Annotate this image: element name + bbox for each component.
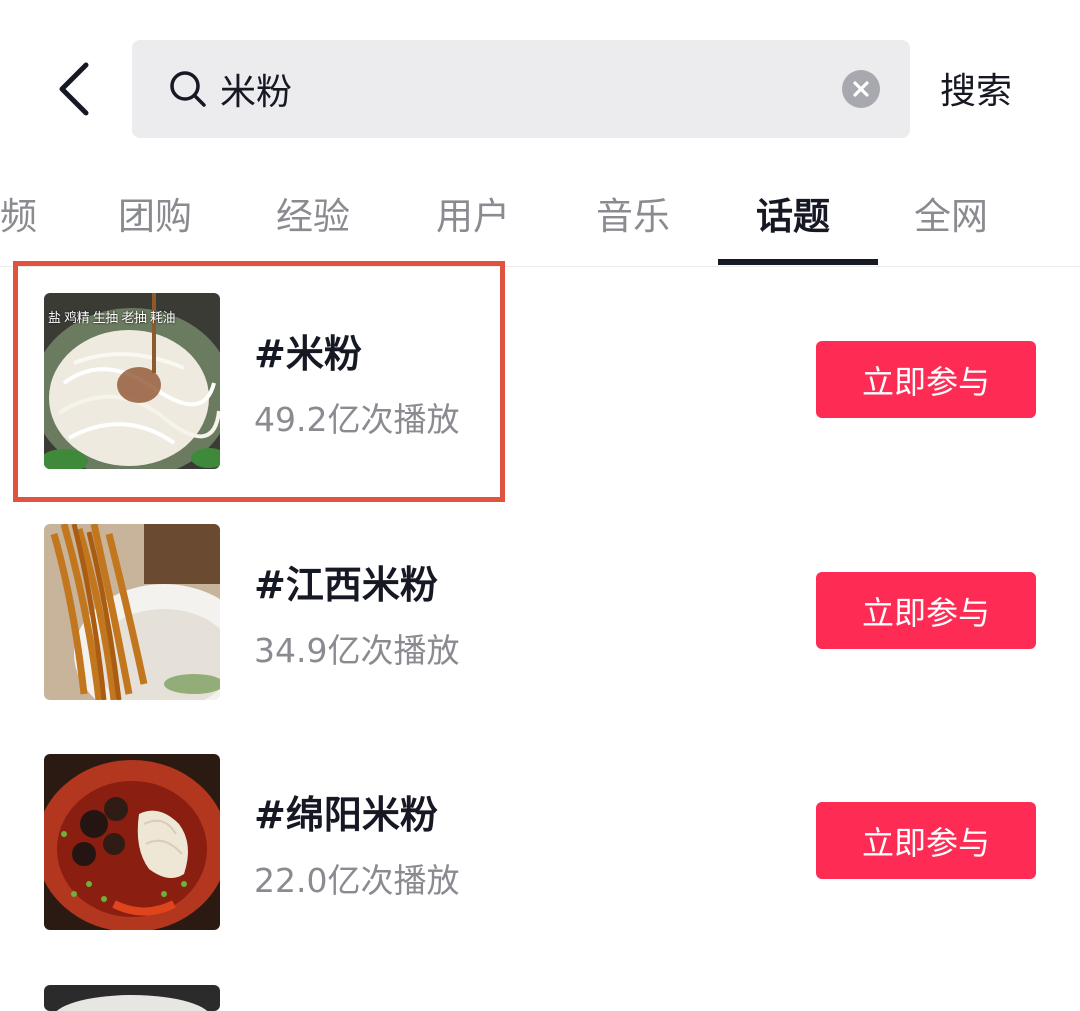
topic-thumbnail <box>44 985 220 1011</box>
search-category-tabs: 频 团购 经验 用户 音乐 话题 全网 <box>0 160 1080 267</box>
highlight-box <box>13 261 505 502</box>
tab-video[interactable]: 频 <box>0 186 37 240</box>
tab-topics[interactable]: 话题 <box>756 186 830 240</box>
topic-title: #绵阳米粉 <box>254 793 438 837</box>
search-icon <box>170 71 206 107</box>
tab-web[interactable]: 全网 <box>914 186 988 240</box>
tab-users[interactable]: 用户 <box>436 186 510 240</box>
topic-thumbnail <box>44 524 220 700</box>
tab-group-buy[interactable]: 团购 <box>118 186 192 240</box>
join-topic-button[interactable]: 立即参与 <box>816 802 1036 879</box>
topic-row[interactable] <box>0 985 1080 1011</box>
join-topic-button[interactable]: 立即参与 <box>816 341 1036 418</box>
topic-play-count: 34.9亿次播放 <box>254 631 460 670</box>
search-button[interactable]: 搜索 <box>940 62 1012 114</box>
active-tab-indicator <box>718 259 878 265</box>
search-bar[interactable] <box>132 40 910 138</box>
topic-thumbnail <box>44 754 220 930</box>
clear-search-button[interactable] <box>842 70 880 108</box>
chevron-left-icon <box>59 62 89 116</box>
topic-title: #江西米粉 <box>254 563 438 607</box>
topic-row[interactable]: #绵阳米粉 22.0亿次播放 立即参与 <box>0 754 1080 984</box>
close-icon <box>853 81 869 97</box>
back-button[interactable] <box>48 55 100 123</box>
tab-music[interactable]: 音乐 <box>596 186 670 240</box>
tab-experience[interactable]: 经验 <box>276 186 350 240</box>
search-input[interactable] <box>220 62 820 116</box>
topic-row[interactable]: #江西米粉 34.9亿次播放 立即参与 <box>0 524 1080 754</box>
join-topic-button[interactable]: 立即参与 <box>816 572 1036 649</box>
topic-play-count: 22.0亿次播放 <box>254 861 460 900</box>
